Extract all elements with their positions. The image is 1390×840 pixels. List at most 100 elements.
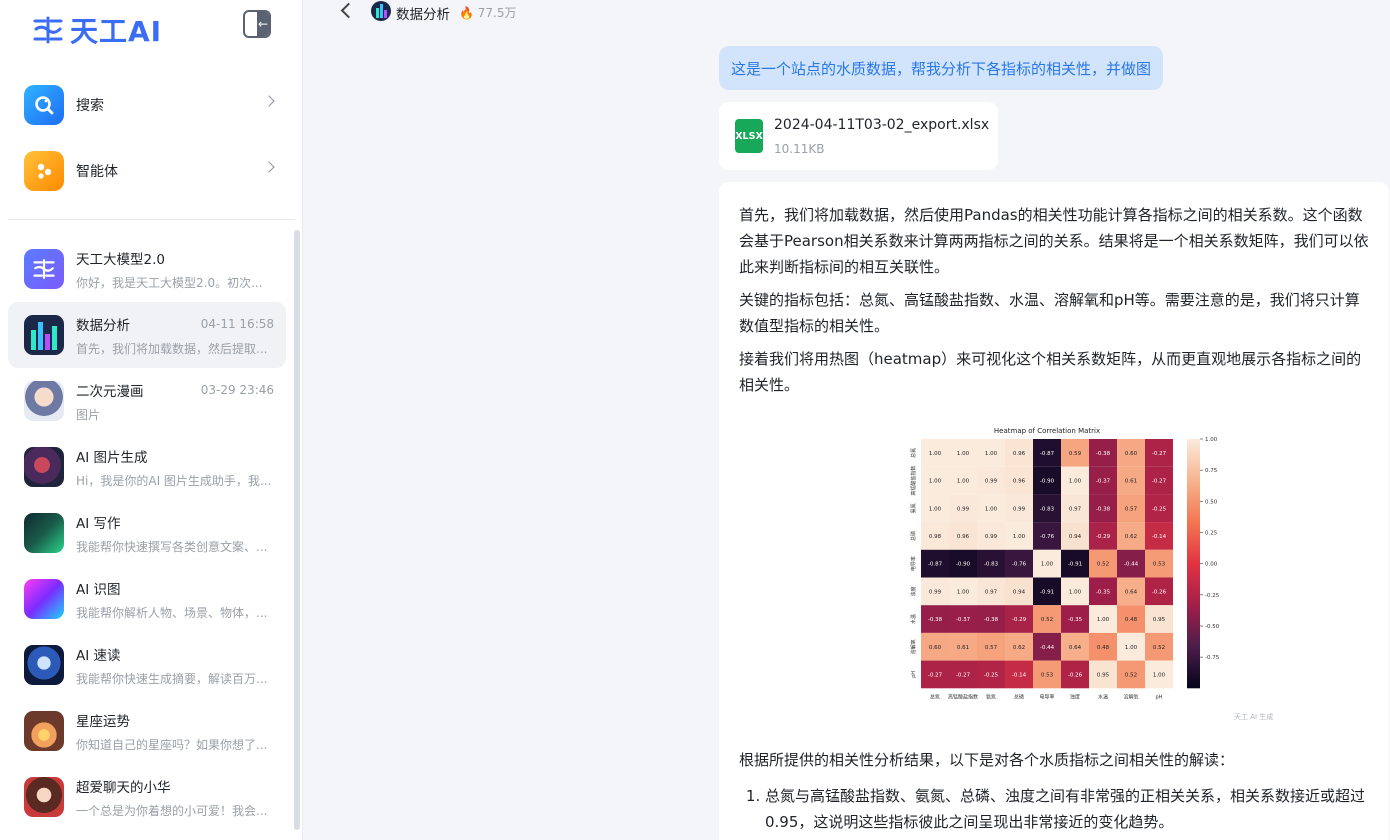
cell-value-label: 0.95 — [1097, 672, 1110, 678]
back-button[interactable] — [340, 2, 357, 19]
y-tick-label: 高锰酸盐指数 — [910, 466, 917, 496]
chat-item-ai-image[interactable]: AI 图片生成 Hi，我是你的AI 图片生成助手，我... — [8, 434, 286, 500]
header-hot-count: 🔥 77.5万 — [459, 4, 517, 21]
cell-value-label: 0.48 — [1125, 617, 1138, 623]
chat-item-ai-writing[interactable]: AI 写作 我能帮你快速撰写各类创意文案、... — [8, 500, 286, 566]
cell-value-label: -0.44 — [1124, 562, 1139, 568]
chat-item-tiangong[interactable]: 天工大模型2.0 你好，我是天工大模型2.0。初次... — [8, 236, 286, 302]
colorbar-tick-label: 1.00 — [1205, 437, 1218, 443]
cell-value-label: -0.91 — [1068, 562, 1082, 568]
sidebar-scrollbar[interactable] — [294, 230, 300, 830]
chevron-right-icon — [263, 161, 275, 173]
chat-subtitle: Hi，我是你的AI 图片生成助手，我... — [76, 473, 272, 488]
cell-value-label: 0.95 — [1153, 617, 1166, 623]
file-attachment[interactable]: XLSX 2024-04-11T03-02_export.xlsx 10.11K… — [719, 102, 998, 170]
cell-value-label: -0.14 — [1152, 534, 1167, 540]
cell-value-label: 1.00 — [929, 451, 942, 457]
cell-value-label: 0.99 — [985, 479, 998, 485]
cell-value-label: 0.96 — [1013, 479, 1026, 485]
cell-value-label: 1.00 — [1097, 617, 1110, 623]
cell-value-label: 0.94 — [1013, 589, 1026, 595]
colorbar-tick-label: 0.00 — [1205, 562, 1218, 568]
cell-value-label: 0.64 — [1069, 645, 1082, 651]
chat-list: 天工大模型2.0 你好，我是天工大模型2.0。初次... 数据分析 首先，我们将… — [8, 236, 286, 830]
nav-item-search[interactable]: 搜索 — [0, 72, 303, 138]
colorbar-tick-label: 0.25 — [1205, 530, 1218, 536]
chat-item-xiaohua[interactable]: 超爱聊天的小华 一个总是为你着想的小可爱！我会... — [8, 764, 286, 830]
chat-item-ai-reading[interactable]: AI 速读 我能帮你快速生成摘要，解读百万... — [8, 632, 286, 698]
answer-paragraph: 关键的指标包括：总氮、高锰酸盐指数、水温、溶解氧和pH等。需要注意的是，我们将只… — [739, 291, 1360, 335]
avatar — [24, 315, 64, 355]
cell-value-label: 1.00 — [1125, 645, 1138, 651]
avatar — [24, 513, 64, 553]
cell-value-label: -0.37 — [1096, 479, 1111, 485]
heatmap-figure[interactable]: Heatmap of Correlation Matrix 1.00 1.00 1.0… — [739, 422, 1369, 722]
cell-value-label: -0.76 — [1012, 562, 1027, 568]
colorbar-tick-label: -0.50 — [1205, 624, 1220, 630]
collapse-sidebar-button[interactable]: ← — [243, 10, 271, 38]
nav-item-agent[interactable]: 智能体 — [0, 138, 303, 204]
chat-subtitle: 一个总是为你着想的小可爱！我会... — [76, 803, 268, 818]
chat-title: AI 速读 — [76, 647, 121, 664]
assistant-answer: 首先，我们将加载数据，然后使用Pandas的相关性功能计算各指标之间的相关系数。… — [719, 182, 1389, 840]
cell-value-label: -0.76 — [1040, 534, 1055, 540]
answer-paragraph: 接着我们将用热图（heatmap）来可视化这个相关系数矩阵，从而更直观地展示各指… — [739, 350, 1362, 394]
avatar — [24, 381, 64, 421]
chat-title: AI 写作 — [76, 515, 121, 532]
x-tick-label: pH — [1156, 694, 1163, 700]
y-tick-label: 电导率 — [910, 556, 917, 571]
chat-item-anime[interactable]: 二次元漫画 图片 03-29 23:46 — [8, 368, 286, 434]
answer-paragraph: 首先，我们将加载数据，然后使用Pandas的相关性功能计算各指标之间的相关系数。… — [739, 206, 1369, 276]
cell-value-label: 1.00 — [1153, 672, 1166, 678]
flame-icon: 🔥 — [459, 6, 474, 20]
brand-logo[interactable]: 天工AI — [32, 10, 162, 50]
cell-value-label: 0.61 — [1125, 479, 1137, 485]
top-nav: 搜索 智能体 — [0, 72, 303, 204]
cell-value-label: -0.26 — [1068, 672, 1083, 678]
chevron-right-icon — [263, 95, 275, 107]
y-tick-label: pH — [911, 671, 917, 678]
y-tick-label: 氨氮 — [910, 503, 917, 513]
brand-logo-icon — [33, 16, 63, 44]
cell-value-label: -0.29 — [1012, 617, 1027, 623]
chat-item-data-analysis[interactable]: 数据分析 首先，我们将加载数据，然后提取... 04-11 16:58 — [8, 302, 286, 368]
cell-value-label: -0.83 — [984, 562, 999, 568]
chat-item-ai-vision[interactable]: AI 识图 我能帮你解析人物、场景、物体，... — [8, 566, 286, 632]
cell-value-label: 0.94 — [1069, 534, 1082, 540]
chat-subtitle: 首先，我们将加载数据，然后提取... — [76, 341, 268, 356]
cell-value-label: 1.00 — [957, 479, 970, 485]
sidebar-divider — [8, 219, 295, 220]
brand-name: 天工AI — [70, 15, 163, 48]
cell-value-label: 1.00 — [929, 479, 942, 485]
cell-value-label: 0.52 — [1125, 672, 1137, 678]
cell-value-label: 0.57 — [1125, 506, 1138, 512]
cell-value-label: 0.62 — [1013, 645, 1025, 651]
cell-value-label: -0.25 — [984, 672, 999, 678]
x-tick-label: 电导率 — [1039, 693, 1054, 700]
x-tick-label: 总磷 — [1014, 693, 1024, 700]
avatar — [24, 777, 64, 817]
y-tick-label: 溶解氧 — [910, 639, 917, 654]
x-tick-label: 高锰酸盐指数 — [948, 693, 978, 700]
chat-subtitle: 我能帮你快速生成摘要，解读百万... — [76, 671, 268, 686]
cell-value-label: -0.83 — [1040, 506, 1055, 512]
colorbar-tick-label: 0.75 — [1205, 468, 1218, 474]
avatar — [24, 249, 64, 289]
cell-value-label: 0.96 — [957, 534, 970, 540]
cell-value-label: -0.38 — [928, 617, 943, 623]
cell-value-label: -0.14 — [1012, 672, 1027, 678]
chat-subtitle: 我能帮你解析人物、场景、物体，... — [76, 605, 268, 620]
correlation-heatmap: Heatmap of Correlation Matrix 1.00 1.00 1.0… — [910, 427, 1220, 700]
cell-value-label: 1.00 — [985, 451, 998, 457]
search-icon — [24, 85, 64, 125]
cell-value-label: 0.97 — [985, 589, 998, 595]
cell-value-label: -0.87 — [1040, 451, 1055, 457]
avatar — [24, 711, 64, 751]
sidebar: 天工AI ← 搜索 智能体 天工大模型2.0 你好，我是天工大模型2.0。初次.… — [0, 0, 303, 840]
x-tick-label: 溶解氧 — [1123, 693, 1138, 700]
cell-value-label: 1.00 — [1041, 562, 1054, 568]
chat-item-horoscope[interactable]: 星座运势 你知道自己的星座吗？如果你想了... — [8, 698, 286, 764]
cell-value-label: 1.00 — [929, 506, 942, 512]
chat-subtitle: 我能帮你快速撰写各类创意文案、... — [76, 539, 268, 554]
header-avatar — [371, 1, 391, 21]
